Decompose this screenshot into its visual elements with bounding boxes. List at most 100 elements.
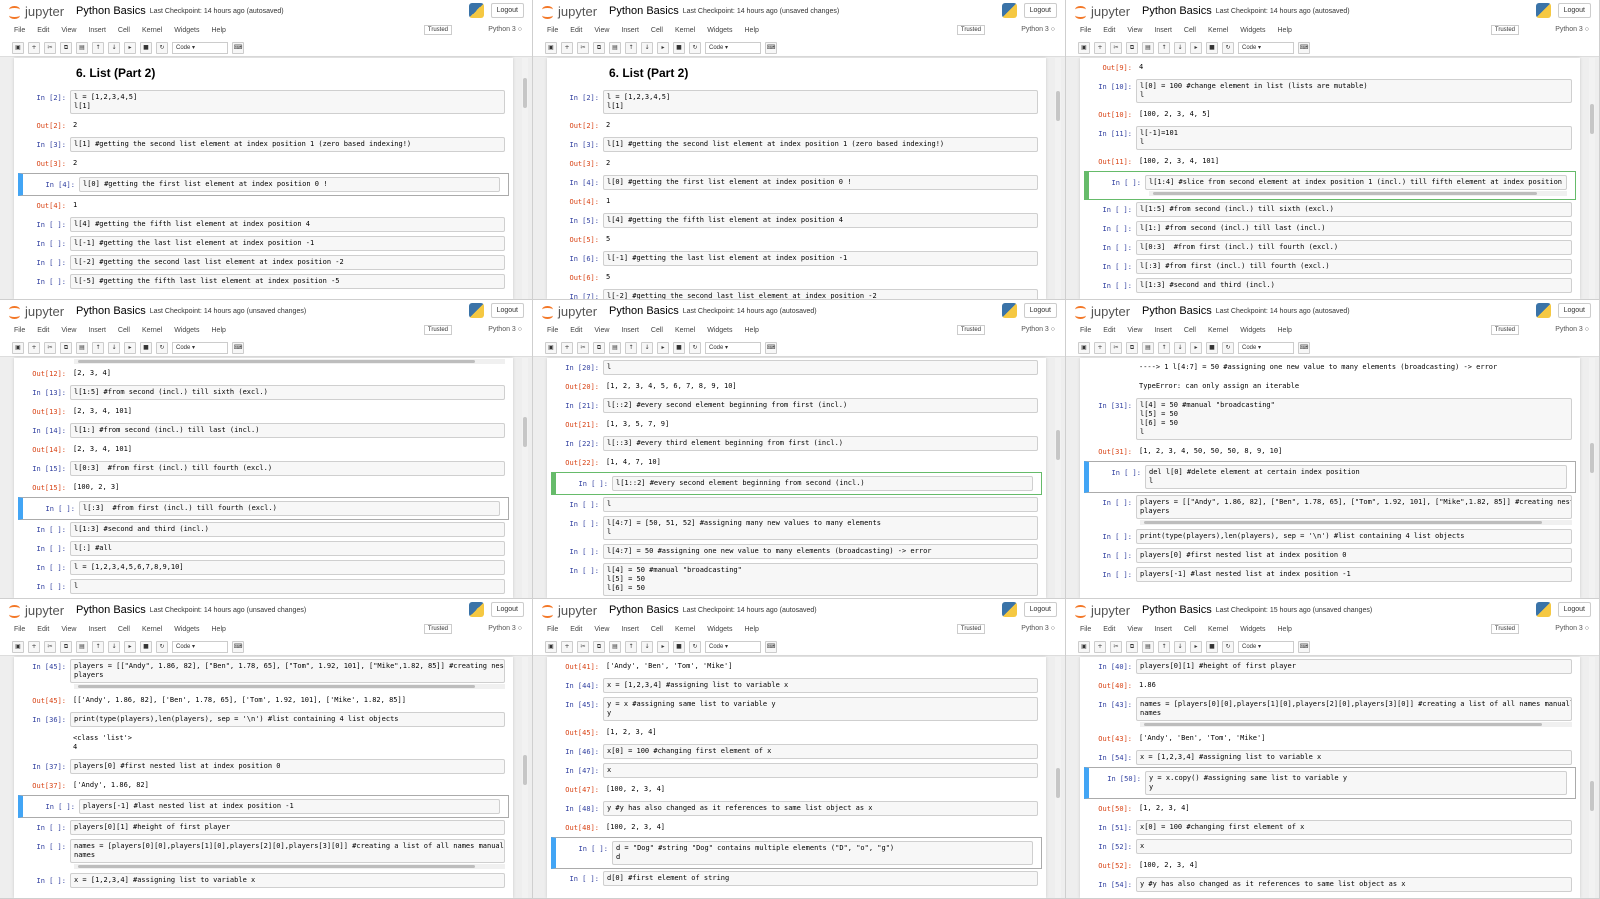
cell-type-select[interactable]: Code ▾ bbox=[172, 640, 228, 653]
menu-item-edit[interactable]: Edit bbox=[37, 327, 49, 334]
code-cell[interactable]: In [ ]: l[:3] #from first (incl.) till fo… bbox=[18, 497, 509, 520]
code-input[interactable]: l[1] #getting the second list element at… bbox=[70, 137, 505, 152]
menu-item-edit[interactable]: Edit bbox=[37, 626, 49, 633]
code-cell[interactable]: In [37]: players[0] #first nested list at… bbox=[14, 757, 513, 776]
code-cell[interactable]: In [ ]: l[-1] #getting the last list elem… bbox=[14, 234, 513, 253]
code-input[interactable]: l[0] = 100 #change element in list (list… bbox=[1136, 79, 1572, 103]
horizontal-scrollbar[interactable] bbox=[1140, 520, 1572, 525]
code-input[interactable]: players[-1] #last nested list at index p… bbox=[79, 799, 500, 814]
code-cell[interactable]: In [ ]: l[1:] #from second (incl.) till l… bbox=[1080, 219, 1580, 238]
code-input[interactable]: l[4] = 50 #manual "broadcasting" l[5] = … bbox=[603, 563, 1038, 596]
code-cell[interactable]: In [ ]: d = "Dog" #string "Dog" contains … bbox=[551, 837, 1042, 869]
menu-item-cell[interactable]: Cell bbox=[118, 327, 130, 334]
menu-item-view[interactable]: View bbox=[1127, 327, 1142, 334]
add-cell-icon[interactable]: + bbox=[1094, 640, 1106, 653]
keyboard-icon[interactable]: ⌨ bbox=[232, 640, 244, 653]
paste-icon[interactable]: ▤ bbox=[609, 341, 621, 354]
menu-item-help[interactable]: Help bbox=[1278, 327, 1292, 334]
code-input[interactable]: x[0] = 100 #changing first element of x bbox=[603, 744, 1038, 759]
code-cell[interactable]: In [ ]: l[1:3] #second and third (incl.) bbox=[1080, 276, 1580, 295]
code-cell[interactable]: In [ ]: l[-2] #getting the second last li… bbox=[14, 253, 513, 272]
code-input[interactable]: print(type(players),len(players), sep = … bbox=[70, 712, 505, 727]
menu-item-view[interactable]: View bbox=[61, 27, 76, 34]
cut-icon[interactable]: ✂ bbox=[44, 341, 56, 354]
menu-item-edit[interactable]: Edit bbox=[1103, 626, 1115, 633]
code-input[interactable]: names = [players[0][0],players[1][0],pla… bbox=[1136, 697, 1572, 721]
menu-item-edit[interactable]: Edit bbox=[1103, 327, 1115, 334]
code-input[interactable]: l = [1,2,3,4,5] l[1] bbox=[603, 90, 1038, 114]
scrollbar-thumb[interactable] bbox=[1590, 443, 1594, 473]
menu-item-view[interactable]: View bbox=[61, 327, 76, 334]
add-cell-icon[interactable]: + bbox=[561, 640, 573, 653]
add-cell-icon[interactable]: + bbox=[561, 341, 573, 354]
code-input[interactable]: l[4] = 50 #manual "broadcasting" l[5] = … bbox=[1136, 398, 1572, 440]
code-cell[interactable]: In [ ]: l[1:5] #from second (incl.) till … bbox=[1080, 200, 1580, 219]
code-input[interactable]: players[0][1] #height of first player bbox=[1136, 659, 1572, 674]
restart-icon[interactable]: ↻ bbox=[156, 41, 168, 54]
jupyter-logo[interactable]: jupyter bbox=[1074, 603, 1130, 618]
code-input[interactable]: y = x #assigning same list to variable y… bbox=[603, 697, 1038, 721]
save-icon[interactable]: ▣ bbox=[12, 341, 24, 354]
menu-item-view[interactable]: View bbox=[594, 626, 609, 633]
code-input[interactable]: l[4:7] = [50, 51, 52] #assigning many ne… bbox=[603, 516, 1038, 540]
move-down-icon[interactable]: ↓ bbox=[1174, 640, 1186, 653]
copy-icon[interactable]: ⧉ bbox=[1126, 640, 1138, 653]
menu-item-kernel[interactable]: Kernel bbox=[675, 327, 695, 334]
notebook-name[interactable]: Python Basics bbox=[76, 5, 146, 17]
code-cell[interactable]: In [ ]: d[0] #first element of string bbox=[547, 869, 1046, 888]
horizontal-scrollbar[interactable] bbox=[1140, 722, 1572, 727]
paste-icon[interactable]: ▤ bbox=[76, 41, 88, 54]
menu-item-cell[interactable]: Cell bbox=[651, 626, 663, 633]
code-input[interactable]: players[0] #first nested list at index p… bbox=[70, 759, 505, 774]
trusted-badge[interactable]: Trusted bbox=[1490, 25, 1519, 35]
copy-icon[interactable]: ⧉ bbox=[593, 341, 605, 354]
code-input[interactable]: l[4:7] = 50 #assigning one new value to … bbox=[603, 544, 1038, 559]
cut-icon[interactable]: ✂ bbox=[1110, 41, 1122, 54]
trusted-badge[interactable]: Trusted bbox=[423, 325, 452, 335]
menu-item-cell[interactable]: Cell bbox=[1184, 27, 1196, 34]
code-input[interactable]: print(type(players),len(players), sep = … bbox=[1136, 529, 1572, 544]
code-cell[interactable]: In [11]: l[-1]=101 l bbox=[1080, 124, 1580, 152]
move-down-icon[interactable]: ↓ bbox=[108, 640, 120, 653]
code-cell[interactable]: In [4]: l[0] #getting the first list elem… bbox=[547, 173, 1046, 192]
trusted-badge[interactable]: Trusted bbox=[423, 624, 452, 634]
code-input[interactable]: d[0] #first element of string bbox=[603, 871, 1038, 886]
code-cell[interactable]: In [ ]: players[0][1] #height of first pl… bbox=[14, 818, 513, 837]
restart-icon[interactable]: ↻ bbox=[156, 640, 168, 653]
paste-icon[interactable]: ▤ bbox=[1142, 41, 1154, 54]
move-down-icon[interactable]: ↓ bbox=[108, 41, 120, 54]
restart-icon[interactable]: ↻ bbox=[156, 341, 168, 354]
code-cell[interactable]: In [20]: l bbox=[547, 358, 1046, 377]
menu-item-insert[interactable]: Insert bbox=[88, 626, 106, 633]
menu-item-file[interactable]: File bbox=[547, 626, 558, 633]
code-cell[interactable]: In [10]: l[0] = 100 #change element in li… bbox=[1080, 77, 1580, 105]
logout-button[interactable]: Logout bbox=[490, 3, 524, 18]
menu-item-insert[interactable]: Insert bbox=[621, 626, 639, 633]
code-input[interactable]: l = [1,2,3,4,5,6,7,8,9,10] bbox=[70, 560, 505, 575]
cut-icon[interactable]: ✂ bbox=[577, 640, 589, 653]
keyboard-icon[interactable]: ⌨ bbox=[765, 640, 777, 653]
menu-item-help[interactable]: Help bbox=[745, 626, 759, 633]
menu-item-view[interactable]: View bbox=[594, 27, 609, 34]
code-input[interactable]: l[:3] #from first (incl.) till fourth (e… bbox=[79, 501, 500, 516]
restart-icon[interactable]: ↻ bbox=[1222, 341, 1234, 354]
menu-item-cell[interactable]: Cell bbox=[651, 27, 663, 34]
vertical-scrollbar[interactable] bbox=[1589, 58, 1595, 299]
code-cell[interactable]: In [51]: x[0] = 100 #changing first eleme… bbox=[1080, 818, 1580, 837]
code-input[interactable]: l bbox=[603, 360, 1038, 375]
logout-button[interactable]: Logout bbox=[1023, 602, 1057, 617]
code-input[interactable]: x = [1,2,3,4] #assigning list to variabl… bbox=[1136, 750, 1572, 765]
restart-icon[interactable]: ↻ bbox=[689, 341, 701, 354]
code-cell[interactable]: In [3]: l[1] #getting the second list ele… bbox=[547, 135, 1046, 154]
copy-icon[interactable]: ⧉ bbox=[1126, 41, 1138, 54]
run-icon[interactable]: ▸ bbox=[1190, 41, 1202, 54]
run-icon[interactable]: ▸ bbox=[1190, 640, 1202, 653]
code-cell[interactable]: In [ ]: l[0:3] #from first (incl.) till f… bbox=[1080, 238, 1580, 257]
move-up-icon[interactable]: ↑ bbox=[1158, 341, 1170, 354]
move-up-icon[interactable]: ↑ bbox=[92, 341, 104, 354]
menu-item-kernel[interactable]: Kernel bbox=[142, 27, 162, 34]
menu-item-insert[interactable]: Insert bbox=[1154, 626, 1172, 633]
code-cell[interactable]: In [6]: l[-1] #getting the last list elem… bbox=[547, 249, 1046, 268]
move-up-icon[interactable]: ↑ bbox=[625, 640, 637, 653]
paste-icon[interactable]: ▤ bbox=[609, 640, 621, 653]
